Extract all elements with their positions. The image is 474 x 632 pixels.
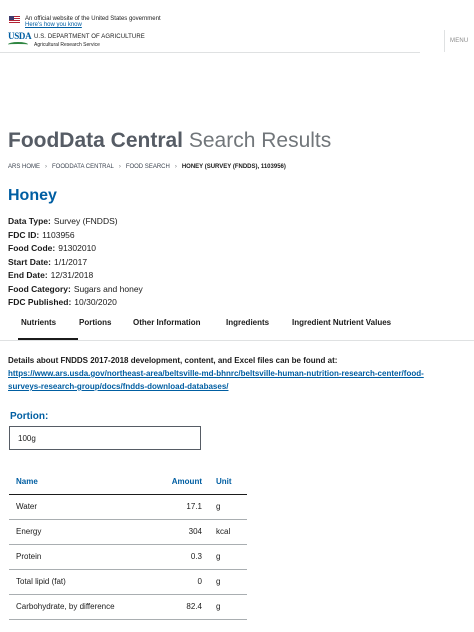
meta-value: Survey (FNDDS) [53, 216, 118, 226]
meta-data-type: Data Type: Survey (FNDDS) [8, 215, 143, 229]
nutrient-name: Protein [9, 544, 159, 570]
food-name: Honey [8, 187, 57, 204]
table-row: Water 17.1 g [9, 494, 247, 520]
nutrient-name: Carbohydrate, by difference [9, 594, 159, 620]
tab-ingredient-nutrient-values[interactable]: Ingredient Nutrient Values [292, 317, 391, 328]
breadcrumb-chevron-icon: › [45, 164, 48, 170]
nutrient-unit: g [209, 494, 247, 520]
nutrient-name: Water [9, 494, 159, 520]
meta-label: FDC ID: [8, 229, 40, 240]
breadcrumb-chevron-icon: › [118, 164, 121, 170]
header-divider [0, 52, 420, 53]
usda-logo[interactable]: USDA [8, 31, 32, 49]
nutrient-amount: 0 [159, 569, 209, 595]
nutrient-amount: 82.4 [159, 594, 209, 620]
tab-nutrients[interactable]: Nutrients [21, 317, 56, 328]
menu-separator [444, 30, 445, 52]
breadcrumb-fooddata-central[interactable]: FOODDATA CENTRAL [52, 163, 114, 172]
table-row: Total lipid (fat) 0 g [9, 569, 247, 595]
meta-value: Sugars and honey [73, 283, 143, 294]
fndds-details: Details about FNDDS 2017-2018 developmen… [8, 354, 458, 393]
meta-value: 91302010 [58, 243, 97, 253]
nutrients-table: Name Amount Unit Water 17.1 g Energy 304… [9, 470, 247, 620]
breadcrumb-current: HONEY (SURVEY (FNDDS), 1103956) [181, 164, 286, 170]
us-flag-icon [9, 16, 20, 23]
table-row: Energy 304 kcal [9, 519, 247, 545]
meta-label: End Date: [8, 270, 48, 280]
meta-label: FDC Published: [8, 297, 72, 307]
fndds-download-link-line2[interactable]: surveys-research-group/docs/fndds-downlo… [8, 380, 458, 393]
meta-label: Start Date: [8, 256, 51, 267]
meta-label: Food Code: [8, 243, 56, 253]
page-title-strong: FoodData Central [8, 129, 184, 152]
meta-start-date: Start Date: 1/1/2017 [8, 256, 143, 270]
meta-value: 1/1/2017 [53, 256, 88, 267]
fndds-download-link-line1[interactable]: https://www.ars.usda.gov/northeast-area/… [8, 367, 458, 380]
tabs-divider [0, 340, 474, 341]
meta-fdc-published: FDC Published: 10/30/2020 [8, 296, 143, 310]
page-title-light: Search Results [188, 129, 332, 152]
usda-logo-text: USDA [8, 31, 32, 41]
table-row: Protein 0.3 g [9, 544, 247, 570]
breadcrumb-food-search[interactable]: FOOD SEARCH [126, 163, 170, 172]
tab-ingredients[interactable]: Ingredients [226, 317, 269, 328]
nutrient-amount: 0.3 [159, 544, 209, 570]
usda-swoosh-icon [8, 42, 28, 47]
column-header-unit[interactable]: Unit [209, 470, 247, 495]
nutrient-name: Energy [9, 519, 159, 545]
menu-button[interactable]: MENU [450, 38, 468, 45]
meta-value: 10/30/2020 [74, 297, 117, 307]
table-header-row: Name Amount Unit [9, 470, 247, 495]
meta-fdc-id: FDC ID: 1103956 [8, 229, 143, 243]
column-header-amount[interactable]: Amount [159, 470, 209, 495]
meta-food-category: Food Category: Sugars and honey [8, 283, 143, 297]
column-header-name[interactable]: Name [9, 470, 159, 495]
meta-value: 12/31/2018 [50, 270, 94, 280]
nutrient-unit: kcal [209, 519, 247, 545]
nutrient-unit: g [209, 544, 247, 570]
meta-label: Data Type: [8, 216, 51, 226]
agency-name: Agricultural Research Service [34, 42, 100, 48]
nutrient-amount: 17.1 [159, 494, 209, 520]
food-meta-list: Data Type: Survey (FNDDS) FDC ID: 1103956 … [8, 215, 143, 310]
how-you-know-link[interactable]: Here's how you know [25, 22, 82, 29]
portion-select[interactable]: 100g [9, 426, 201, 450]
nutrient-unit: g [209, 569, 247, 595]
portion-label: Portion: [10, 411, 49, 422]
tab-portions[interactable]: Portions [79, 317, 111, 328]
department-name[interactable]: U.S. DEPARTMENT OF AGRICULTURE [34, 34, 145, 41]
nutrient-amount: 304 [159, 519, 209, 545]
nutrient-name: Total lipid (fat) [9, 569, 159, 595]
meta-label: Food Category: [8, 283, 71, 294]
meta-end-date: End Date: 12/31/2018 [8, 269, 143, 283]
breadcrumb-ars-home[interactable]: ARS HOME [8, 163, 40, 172]
breadcrumb-chevron-icon: › [174, 164, 177, 170]
page-title: FoodData Central Search Results [8, 128, 331, 154]
details-text: Details about FNDDS 2017-2018 developmen… [8, 356, 338, 365]
gov-banner: An official website of the United States… [0, 0, 474, 28]
tab-bar: Nutrients Portions Other Information Ing… [8, 312, 474, 340]
tab-other-information[interactable]: Other Information [133, 317, 201, 328]
nutrient-unit: g [209, 594, 247, 620]
breadcrumb: ARS HOME › FOODDATA CENTRAL › FOOD SEARCH › HO… [8, 163, 286, 172]
meta-food-code: Food Code: 91302010 [8, 242, 143, 256]
table-row: Carbohydrate, by difference 82.4 g [9, 594, 247, 620]
meta-value: 1103956 [42, 229, 75, 240]
